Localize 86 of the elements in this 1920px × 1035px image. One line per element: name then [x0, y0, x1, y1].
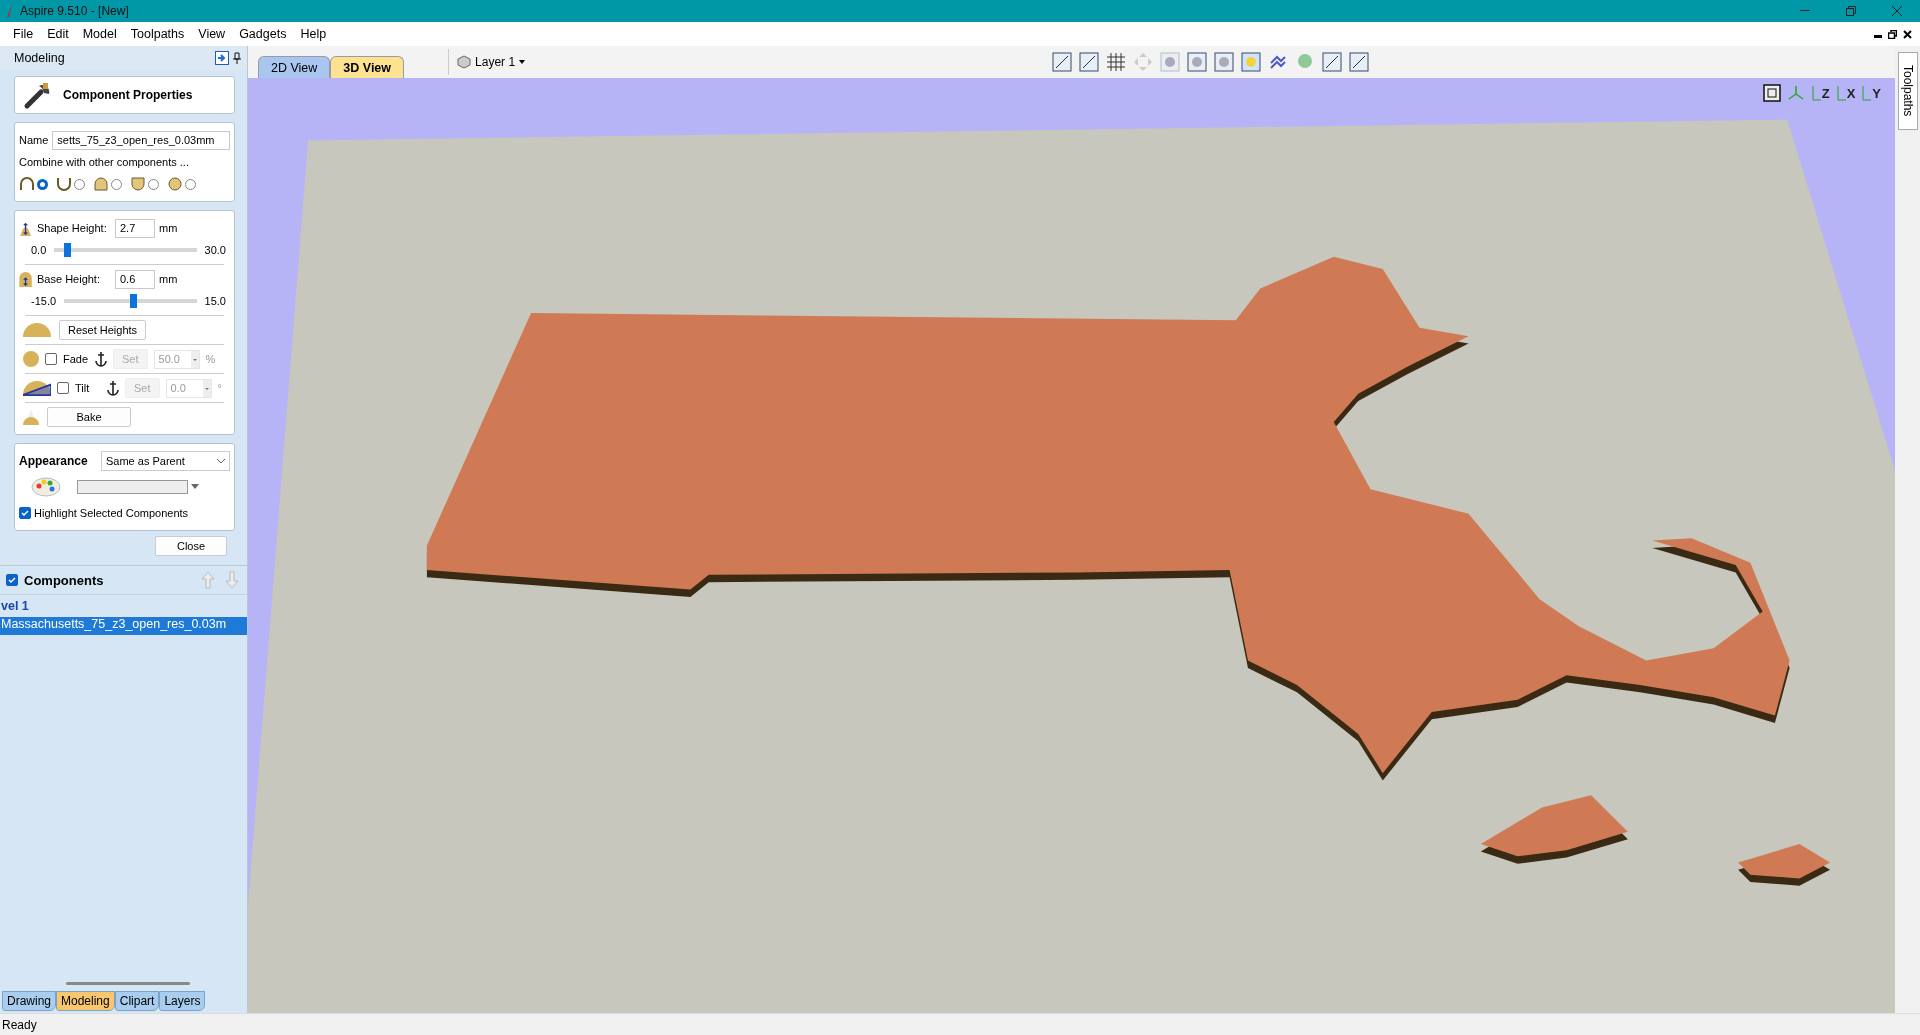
- checkbox[interactable]: [6, 574, 18, 586]
- axis-view-button[interactable]: Y: [1861, 85, 1881, 101]
- panel-tab[interactable]: Clipart: [114, 991, 160, 1011]
- layer-dropdown[interactable]: Layer 1: [448, 49, 532, 75]
- slider-min: -15.0: [31, 295, 57, 307]
- panel-heading: Component Properties: [63, 88, 193, 102]
- components-title: Components: [24, 572, 105, 588]
- menu-item[interactable]: File: [6, 27, 41, 41]
- menu-item[interactable]: Model: [75, 27, 124, 41]
- fade-icon: [23, 351, 39, 367]
- 3d-viewport[interactable]: Z X Y: [248, 78, 1895, 1013]
- tilt-icon: [23, 380, 51, 396]
- combine-mode-icon: [93, 176, 109, 192]
- zoom-extents-icon[interactable]: [1762, 84, 1781, 102]
- shape-height-icon: [19, 220, 33, 236]
- slider-thumb[interactable]: [64, 243, 72, 257]
- close-icon[interactable]: [1903, 29, 1912, 39]
- menu-item[interactable]: Toolpaths: [123, 27, 192, 41]
- window-title: Aspire 9.510 - [New]: [20, 4, 130, 18]
- restore-icon: [1846, 6, 1856, 16]
- panel-tab[interactable]: Modeling: [56, 991, 115, 1011]
- combine-radio[interactable]: [74, 178, 85, 190]
- unit-label: mm: [159, 222, 178, 234]
- appearance-dropdown[interactable]: Same as Parent: [101, 451, 230, 471]
- reset-heights-button[interactable]: Reset Heights: [59, 320, 147, 340]
- app-logo-icon: [6, 5, 14, 17]
- menu-item[interactable]: Gadgets: [232, 27, 294, 41]
- slider-max: 30.0: [204, 244, 226, 256]
- panel-tab[interactable]: Layers: [159, 991, 206, 1011]
- height-label: Base Height:: [37, 273, 101, 285]
- anchor-icon[interactable]: [95, 351, 107, 367]
- close-panel-button[interactable]: Close: [155, 536, 227, 556]
- pin-icon[interactable]: [233, 52, 241, 64]
- height-field[interactable]: 0.6: [115, 269, 155, 289]
- layer-icon: [457, 55, 472, 69]
- axis-view-button[interactable]: X: [1835, 85, 1856, 101]
- caret-icon: [519, 60, 526, 64]
- combine-mode-icon: [167, 176, 183, 192]
- height-field[interactable]: 2.7: [115, 218, 155, 238]
- unit-label: %: [205, 353, 216, 365]
- combine-radio[interactable]: [185, 178, 196, 190]
- combine-mode-icon: [19, 176, 35, 192]
- base-height-icon: [19, 271, 33, 287]
- anchor-icon[interactable]: [107, 380, 119, 396]
- height-label: Shape Height:: [37, 222, 108, 234]
- tree-item[interactable]: vel 1: [0, 599, 247, 617]
- dock-icon[interactable]: [215, 51, 229, 65]
- name-field[interactable]: setts_75_z3_open_res_0.03mm: [52, 130, 230, 150]
- close-icon: [1892, 6, 1902, 16]
- status-text: Ready: [0, 1013, 1920, 1035]
- slider-max: 15.0: [204, 295, 226, 307]
- view-tab[interactable]: 3D View: [330, 56, 405, 78]
- combine-radio[interactable]: [111, 178, 122, 190]
- menu-item[interactable]: Edit: [40, 27, 76, 41]
- view-tab[interactable]: 2D View: [258, 56, 331, 78]
- tree-item[interactable]: Massachusetts_75_z3_open_res_0.03m: [0, 617, 247, 635]
- combine-mode-icon: [56, 176, 72, 192]
- bake-icon: [23, 409, 39, 425]
- combine-radio[interactable]: [148, 178, 159, 190]
- bake-button[interactable]: Bake: [47, 407, 131, 427]
- palette-icon: [31, 476, 61, 498]
- menu-item[interactable]: View: [191, 27, 233, 41]
- panel-tab[interactable]: Drawing: [2, 991, 56, 1011]
- dome-icon: [23, 322, 51, 338]
- color-dropdown[interactable]: [77, 478, 201, 496]
- combine-label: Combine with other components ...: [19, 156, 189, 168]
- axis-view-button[interactable]: Z: [1810, 85, 1830, 101]
- slider-thumb[interactable]: [129, 294, 137, 308]
- combine-radio[interactable]: [37, 178, 48, 190]
- menu-item[interactable]: Help: [293, 27, 334, 41]
- unit-label: mm: [159, 273, 178, 285]
- restore-icon[interactable]: [1888, 29, 1897, 39]
- unit-label: °: [217, 382, 222, 394]
- grid-icon[interactable]: [1105, 51, 1128, 73]
- checkbox-label: Fade: [63, 353, 89, 365]
- checkbox-label: Tilt: [75, 382, 91, 394]
- side-tab[interactable]: Toolpaths: [1897, 52, 1918, 130]
- panel-title: Modeling: [14, 51, 66, 65]
- chevron-icon: [217, 458, 225, 464]
- slider-min: 0.0: [31, 244, 47, 256]
- name-label: Name: [19, 134, 49, 146]
- combine-mode-icon: [130, 176, 146, 192]
- checkbox-label: Highlight Selected Components: [34, 507, 189, 519]
- minimize-icon: [1800, 10, 1810, 12]
- appearance-label: Appearance: [19, 454, 89, 468]
- checkbox[interactable]: [19, 507, 31, 519]
